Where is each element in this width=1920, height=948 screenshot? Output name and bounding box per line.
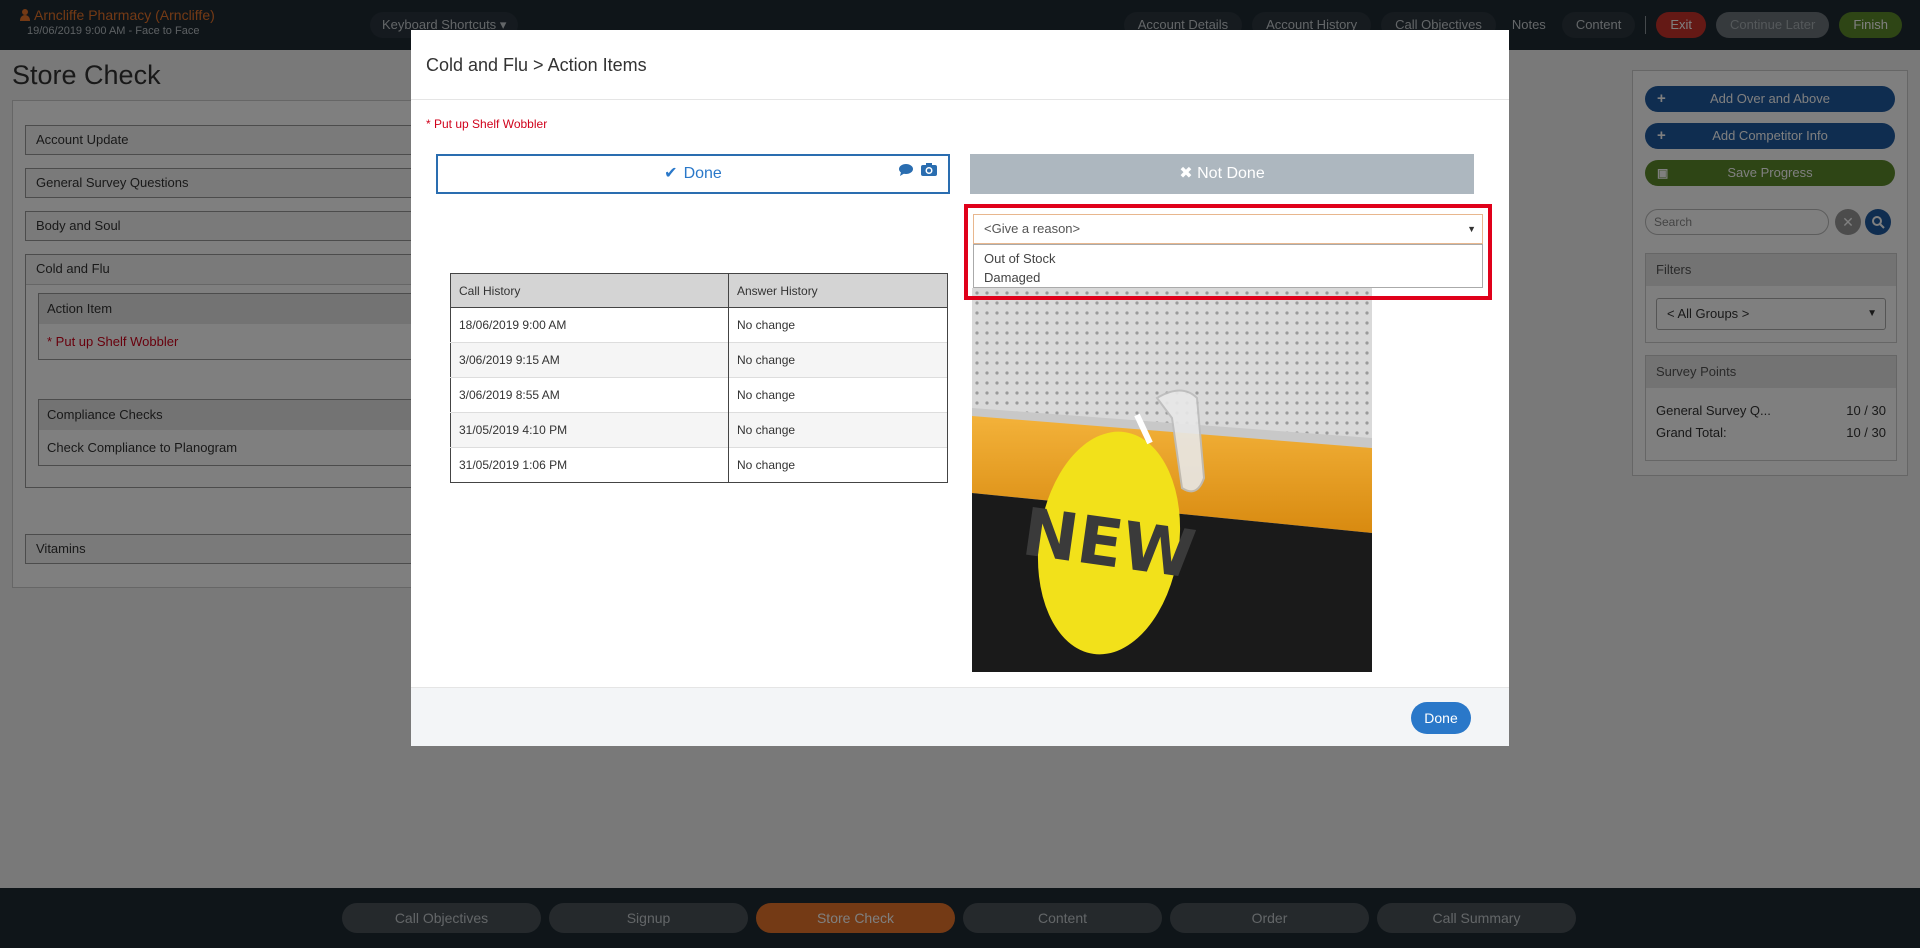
not-done-option-button[interactable]: ✖ Not Done [970, 154, 1474, 194]
history-table: Call History Answer History 18/06/2019 9… [450, 273, 948, 483]
modal-done-button[interactable]: Done [1411, 702, 1471, 734]
answer-history-cell: No change [728, 342, 948, 378]
reason-select[interactable]: <Give a reason> ▼ [973, 214, 1483, 244]
reason-option[interactable]: Out of Stock [984, 249, 1472, 268]
call-history-cell: 31/05/2019 1:06 PM [450, 447, 729, 483]
comment-icon[interactable] [898, 163, 914, 177]
table-row: 3/06/2019 9:15 AM No change [450, 342, 948, 378]
done-option-icons [898, 162, 938, 177]
answer-history-cell: No change [728, 447, 948, 483]
done-option-label: Done [683, 165, 722, 182]
table-row: 31/05/2019 4:10 PM No change [450, 412, 948, 448]
done-option-button[interactable]: ✔ Done [436, 154, 950, 194]
shelf-wobbler-image: NEW [972, 288, 1372, 672]
camera-icon[interactable] [920, 162, 938, 177]
answer-history-cell: No change [728, 377, 948, 413]
action-items-modal: Cold and Flu > Action Items * Put up She… [411, 30, 1509, 746]
required-action-label: * Put up Shelf Wobbler [426, 117, 548, 131]
call-history-cell: 3/06/2019 8:55 AM [450, 377, 729, 413]
modal-footer: Done [411, 687, 1509, 746]
checkmark-icon: ✔ [664, 165, 678, 182]
modal-title: Cold and Flu > Action Items [411, 30, 1509, 100]
call-history-cell: 18/06/2019 9:00 AM [450, 307, 729, 343]
not-done-option-label: Not Done [1197, 165, 1265, 182]
call-history-cell: 31/05/2019 4:10 PM [450, 412, 729, 448]
call-history-header: Call History [450, 273, 729, 308]
answer-history-cell: No change [728, 307, 948, 343]
table-header-row: Call History Answer History [450, 273, 948, 308]
table-row: 31/05/2019 1:06 PM No change [450, 447, 948, 483]
reason-options-list: Out of Stock Damaged [973, 244, 1483, 288]
reason-select-value: <Give a reason> [984, 221, 1081, 236]
close-icon: ✖ [1179, 165, 1193, 182]
table-row: 3/06/2019 8:55 AM No change [450, 377, 948, 413]
call-history-cell: 3/06/2019 9:15 AM [450, 342, 729, 378]
table-row: 18/06/2019 9:00 AM No change [450, 307, 948, 343]
reason-option[interactable]: Damaged [984, 268, 1472, 287]
answer-history-header: Answer History [728, 273, 948, 308]
answer-history-cell: No change [728, 412, 948, 448]
caret-down-icon: ▼ [1467, 224, 1476, 234]
